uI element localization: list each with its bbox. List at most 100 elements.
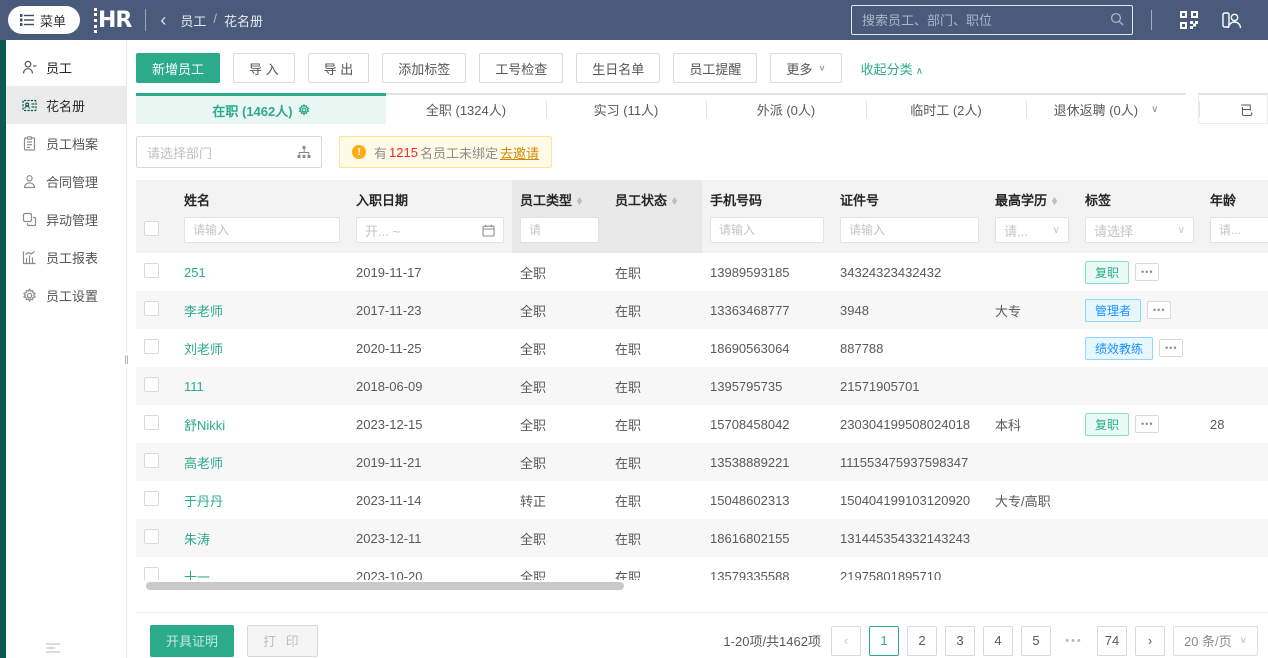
page-button-1[interactable]: 1 [868,625,899,656]
sidebar-item-异动管理[interactable]: 异动管理 [6,200,126,238]
qr-code-icon[interactable] [1180,11,1198,29]
employee-name-link[interactable]: 刘老师 [184,342,223,357]
cell-status: 在职 [615,341,642,357]
employee-name-link[interactable]: 251 [184,265,206,280]
select-all-checkbox[interactable] [144,221,159,236]
collapse-categories-link[interactable]: 收起分类 ∧ [861,59,923,78]
tag-more-button[interactable]: ••• [1135,414,1160,433]
filter-date-range[interactable]: 开... ~ [356,217,504,243]
toolbar-button-工号检查[interactable]: 工号检查 [479,53,564,83]
pagination-ellipsis[interactable]: ••• [1058,625,1089,656]
toolbar-button-新增员工[interactable]: 新增员工 [136,53,221,83]
cell-status: 在职 [615,531,642,547]
sidebar-item-员工[interactable]: 员工 [6,48,126,86]
sidebar-item-label: 员工报表 [46,250,99,266]
page-button-3[interactable]: 3 [944,625,975,656]
cell-age [1202,367,1268,405]
page-button-5[interactable]: 5 [1020,625,1051,656]
toolbar-button-添加标签[interactable]: 添加标签 [382,53,467,83]
row-checkbox[interactable] [144,377,159,392]
column-header-education[interactable]: 最高学历 ▲ ▼ [987,180,1077,211]
tab-临时工(2人)[interactable]: 临时工 (2人) [866,93,1026,124]
cell-id_number: 3948 [840,302,869,318]
employee-name-link[interactable]: 李老师 [184,304,223,319]
breadcrumb-separator: / [213,10,218,26]
toolbar-button-导出[interactable]: 导 出 [307,53,370,83]
chart-icon [22,250,37,265]
row-checkbox[interactable] [144,263,159,278]
issue-certificate-button[interactable]: 开具证明 [150,624,235,657]
employee-name-link[interactable]: 朱涛 [184,532,210,547]
toolbar-button-导入[interactable]: 导 入 [233,53,295,83]
menu-button[interactable]: 菜单 [8,6,81,34]
employee-name-link[interactable]: 高老师 [184,456,223,471]
tab-外派(0人)[interactable]: 外派 (0人) [706,93,866,124]
cell-age [1202,481,1268,519]
filter-input-type[interactable] [529,223,590,237]
page-size-select[interactable]: 20 条/页 ∨ [1172,625,1258,656]
sidebar-item-员工报表[interactable]: 员工报表 [6,238,126,276]
next-page-button[interactable]: › [1134,625,1165,656]
back-button[interactable]: ‹ [160,11,166,29]
table-row: 十一 2023-10-20 全职 在职 13579335588 2197580189571… [136,557,1268,580]
filter-input-id_number[interactable] [849,223,970,237]
sort-icon[interactable]: ▲ ▼ [575,196,584,207]
page-button-74[interactable]: 74 [1096,625,1127,656]
filter-select-tag[interactable]: 请选择 ∨ [1085,217,1194,243]
filter-select-education[interactable]: 请... ∨ [995,217,1069,243]
page-button-2[interactable]: 2 [906,625,937,656]
column-header-status[interactable]: 员工状态 ▲ ▼ [607,180,702,211]
more-button[interactable]: 更多 ∨ [770,53,842,83]
row-checkbox[interactable] [144,491,159,506]
sidebar-item-合同管理[interactable]: 合同管理 [6,162,126,200]
row-checkbox[interactable] [144,567,159,580]
page-button-4[interactable]: 4 [982,625,1013,656]
invite-link[interactable]: 去邀请 [500,143,539,162]
sort-icon[interactable]: ▲ ▼ [670,196,679,207]
row-checkbox[interactable] [144,339,159,354]
sidebar-item-员工档案[interactable]: 员工档案 [6,124,126,162]
breadcrumb-employee[interactable]: 员工 [180,11,206,30]
tab-退休返聘(0人)[interactable]: 退休返聘 (0人) ∨ [1026,93,1186,124]
sort-icon[interactable]: ▲ ▼ [1050,196,1059,207]
employee-name-link[interactable]: 舒Nikki [184,418,225,433]
sidebar-item-花名册[interactable]: 花名册 [6,86,126,124]
toolbar-button-生日名单[interactable]: 生日名单 [576,53,661,83]
cell-name: 刘老师 [176,329,348,367]
filter-input-age[interactable] [1219,223,1268,237]
scrollbar-thumb[interactable] [146,582,624,590]
tag-more-button[interactable]: ••• [1159,338,1184,357]
employee-name-link[interactable]: 十一 [184,570,210,581]
sidebar-collapse-icon[interactable] [46,641,60,656]
tag-more-button[interactable]: ••• [1135,262,1160,281]
column-header-type[interactable]: 员工类型 ▲ ▼ [512,180,607,211]
tab-全职(1324人)[interactable]: 全职 (1324人) [386,93,546,124]
row-checkbox-cell [136,519,176,557]
breadcrumb-roster[interactable]: 花名册 [224,11,263,30]
tab-实习(11人)[interactable]: 实习 (11人) [546,93,706,124]
row-checkbox[interactable] [144,415,159,430]
toolbar-button-员工提醒[interactable]: 员工提醒 [673,53,758,83]
cell-tag: 管理者 ••• [1077,291,1202,329]
filter-input-phone[interactable] [719,223,815,237]
cell-age [1202,329,1268,367]
global-search[interactable] [851,5,1133,35]
row-checkbox[interactable] [144,301,159,316]
search-input[interactable] [862,12,1110,28]
sidebar: 员工 花名册 员工档案 合同管理 异动管理 员工报表 员工设置 ‖ [6,40,130,658]
tab-settings-icon[interactable] [298,104,310,116]
employee-name-link[interactable]: 111 [184,379,204,394]
calendar-icon [482,224,495,237]
row-checkbox[interactable] [144,453,159,468]
tab-已[interactable]: 已 [1198,93,1268,124]
pagination-total: 1-20项/共1462项 [723,634,821,649]
contacts-icon[interactable] [1222,11,1242,29]
row-checkbox[interactable] [144,529,159,544]
employee-name-link[interactable]: 于丹丹 [184,494,223,509]
department-select[interactable]: 请选择部门 [136,136,322,168]
cell-name: 111 [176,367,348,405]
tag-more-button[interactable]: ••• [1147,300,1172,319]
tab-在职(1462人)[interactable]: 在职 (1462人) [136,93,386,124]
filter-input-name[interactable] [193,223,331,237]
sidebar-item-员工设置[interactable]: 员工设置 [6,276,126,314]
